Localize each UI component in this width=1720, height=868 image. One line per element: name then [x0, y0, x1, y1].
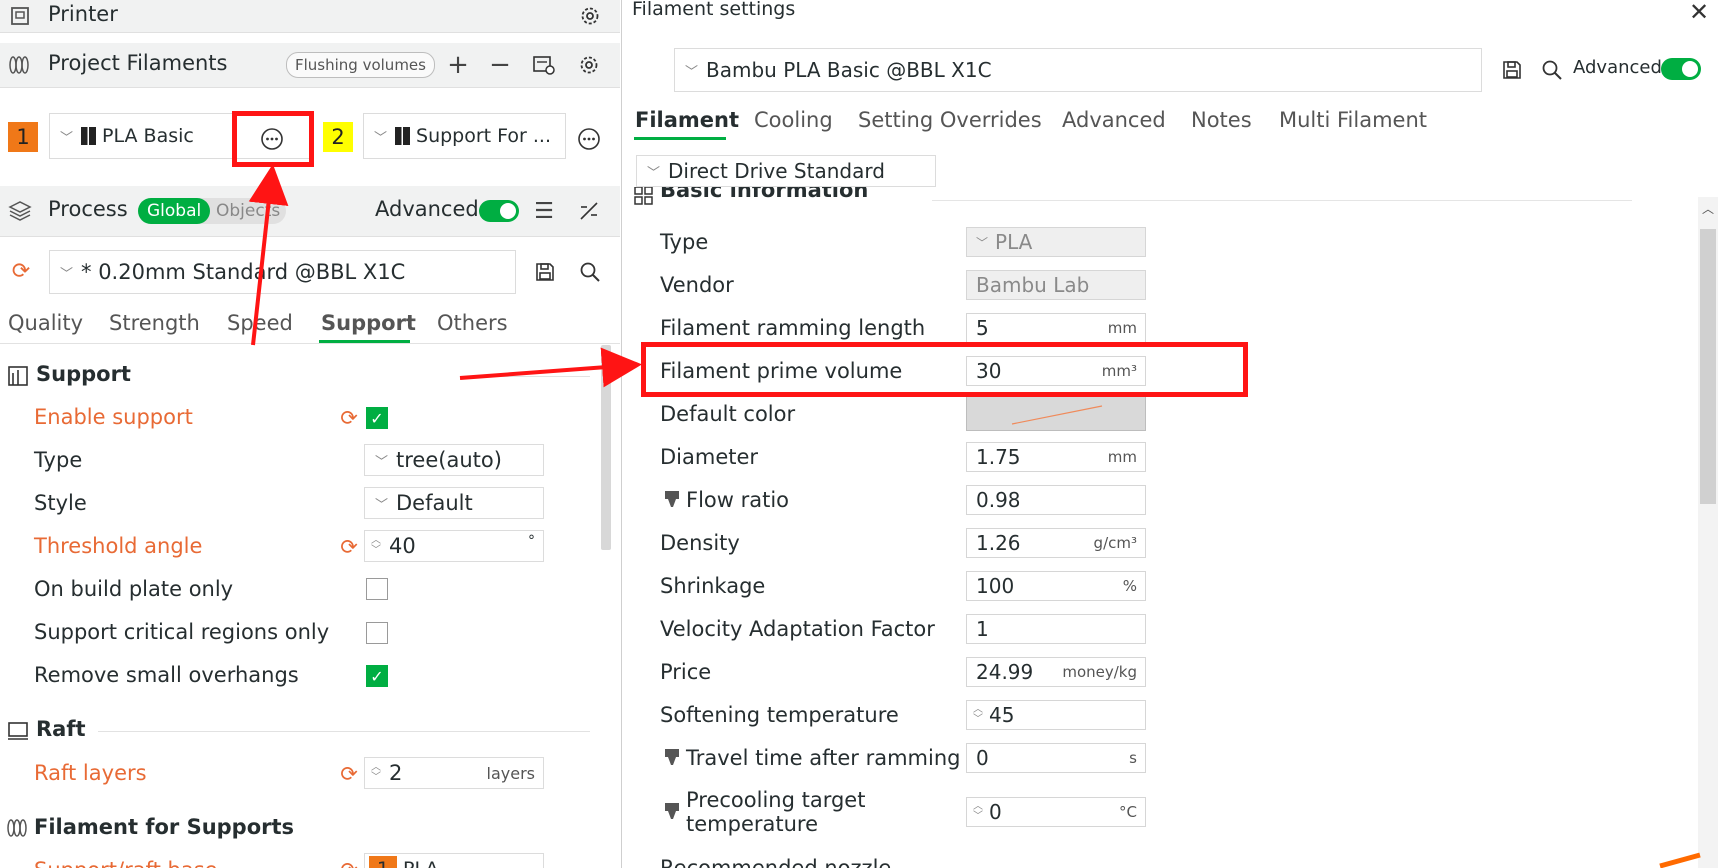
annotation-arrow-up [248, 164, 289, 346]
annotation-arrow-right [459, 347, 642, 388]
annotation-arrow-fragment [1659, 852, 1701, 868]
annotation-arrows [248, 164, 1701, 868]
